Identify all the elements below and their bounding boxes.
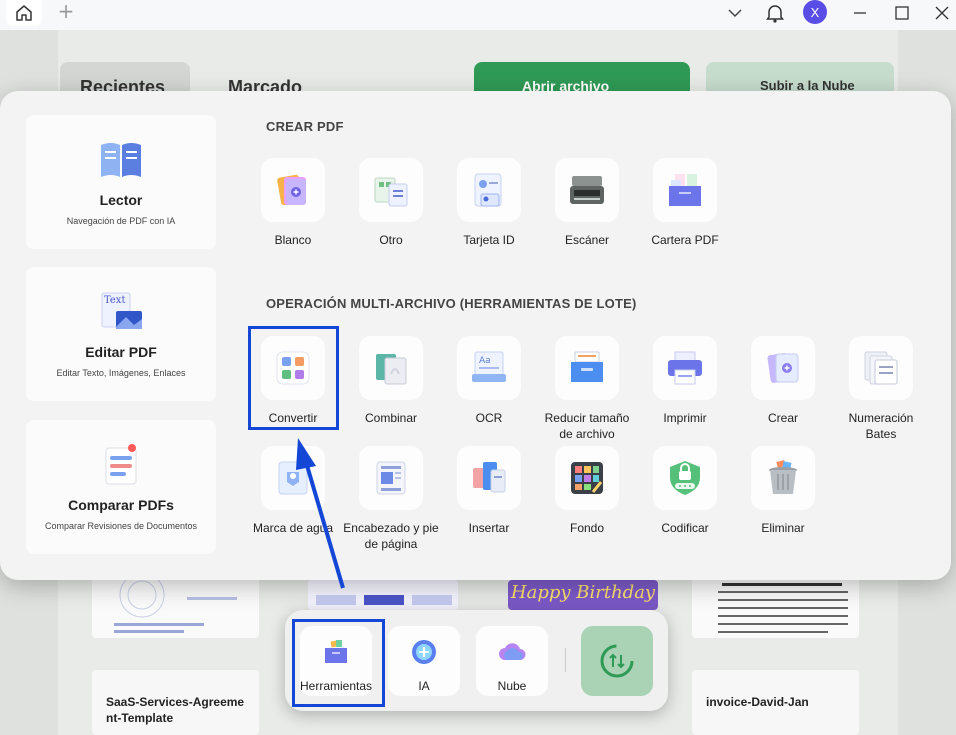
maximize-icon[interactable] bbox=[891, 2, 913, 24]
tool-encrypt[interactable]: Codificar bbox=[636, 446, 734, 536]
create-icon bbox=[767, 353, 799, 383]
tool-label: Blanco bbox=[274, 233, 312, 247]
tool-label: Tarjeta ID bbox=[463, 233, 515, 247]
dock-sync-button[interactable] bbox=[581, 626, 653, 696]
tool-label: Reducir tamaño de archivo bbox=[544, 411, 630, 441]
cloud-icon bbox=[499, 643, 526, 660]
bell-icon[interactable] bbox=[764, 2, 786, 24]
file-thumbnail[interactable] bbox=[92, 575, 259, 638]
tool-label: Eliminar bbox=[761, 521, 805, 535]
compare-icon bbox=[105, 444, 137, 485]
tool-ocr[interactable]: Aa OCR bbox=[440, 336, 538, 426]
trash-icon bbox=[769, 460, 797, 494]
file-thumbnail[interactable] bbox=[308, 580, 458, 610]
new-tab-button[interactable]: + bbox=[56, 1, 76, 22]
pdf-portfolio-icon bbox=[669, 174, 701, 206]
tools-panel: Lector Navegación de PDF con IA Text Edi… bbox=[0, 91, 951, 580]
tool-label: Marca de agua bbox=[252, 521, 334, 535]
ai-icon bbox=[412, 640, 436, 664]
tool-portfolio[interactable]: Cartera PDF bbox=[636, 158, 734, 248]
tool-scanner[interactable]: Escáner bbox=[538, 158, 636, 248]
file-card[interactable]: invoice-David-Jan bbox=[692, 670, 859, 735]
tool-id-card[interactable]: Tarjeta ID bbox=[440, 158, 538, 248]
tool-compress[interactable]: Reducir tamaño de archivo bbox=[538, 336, 636, 442]
tool-label: Crear bbox=[767, 411, 798, 425]
tool-label: OCR bbox=[475, 411, 503, 425]
tool-label: Numeración Bates bbox=[848, 411, 914, 441]
sync-icon bbox=[600, 644, 634, 678]
sidebar-item-desc: Comparar Revisiones de Documentos bbox=[44, 521, 198, 531]
compress-icon bbox=[571, 351, 603, 382]
sidebar-item-desc: Editar Texto, Imágenes, Enlaces bbox=[56, 368, 186, 378]
file-thumbnail[interactable] bbox=[692, 575, 859, 638]
close-icon[interactable] bbox=[931, 2, 953, 24]
home-tab[interactable] bbox=[6, 0, 42, 26]
combine-icon bbox=[376, 354, 407, 385]
tool-label: Escáner bbox=[564, 233, 610, 247]
tool-watermark[interactable]: Marca de agua bbox=[244, 446, 342, 536]
dock-ai-button[interactable]: IA bbox=[388, 626, 460, 696]
book-icon bbox=[101, 143, 141, 177]
home-icon bbox=[16, 5, 32, 21]
id-card-icon bbox=[474, 173, 502, 207]
sidebar-item-reader[interactable]: Lector Navegación de PDF con IA bbox=[26, 115, 216, 249]
scanner-icon bbox=[570, 176, 604, 204]
highlight-tools bbox=[292, 619, 385, 707]
tool-other[interactable]: Otro bbox=[342, 158, 440, 248]
tool-label: Fondo bbox=[569, 521, 605, 535]
thumbnail-text: Happy Birthday bbox=[510, 582, 656, 603]
encrypt-icon bbox=[670, 461, 700, 495]
edit-text-icon: Text bbox=[101, 292, 142, 329]
blank-pdf-icon bbox=[277, 174, 306, 206]
file-thumbnail[interactable]: Happy Birthday bbox=[508, 580, 658, 610]
file-card[interactable]: SaaS-Services-Agreement-Template bbox=[92, 670, 259, 735]
tool-create[interactable]: Crear bbox=[734, 336, 832, 426]
tool-insert[interactable]: Insertar bbox=[440, 446, 538, 536]
sidebar-item-title: Lector bbox=[99, 192, 143, 208]
tool-label: Cartera PDF bbox=[651, 233, 719, 247]
tool-bates[interactable]: Numeración Bates bbox=[832, 336, 930, 442]
tool-combine[interactable]: Combinar bbox=[342, 336, 440, 426]
svg-text:Text: Text bbox=[104, 295, 125, 306]
header-footer-icon bbox=[376, 461, 406, 495]
ocr-icon: Aa bbox=[472, 351, 506, 382]
section-title-batch: OPERACIÓN MULTI-ARCHIVO (HERRAMIENTAS DE… bbox=[266, 296, 637, 311]
tool-label: Imprimir bbox=[663, 411, 707, 425]
avatar[interactable]: X bbox=[803, 0, 827, 24]
dock-cloud-button[interactable]: Nube bbox=[476, 626, 548, 696]
sidebar-item-edit-pdf[interactable]: Text Editar PDF Editar Texto, Imágenes, … bbox=[26, 267, 216, 401]
tool-label: Insertar bbox=[468, 521, 510, 535]
file-name: SaaS-Services-Agreement-Template bbox=[106, 695, 245, 725]
dock-divider bbox=[565, 648, 566, 672]
title-bar: + X bbox=[0, 0, 956, 30]
sidebar-item-title: Comparar PDFs bbox=[68, 497, 174, 513]
tool-header-footer[interactable]: Encabezado y pie de página bbox=[342, 446, 440, 552]
tool-label: Otro bbox=[379, 233, 403, 247]
tool-delete[interactable]: Eliminar bbox=[734, 446, 832, 536]
minimize-icon[interactable] bbox=[849, 2, 871, 24]
watermark-icon bbox=[278, 461, 308, 495]
sidebar-item-desc: Navegación de PDF con IA bbox=[66, 216, 176, 226]
insert-icon bbox=[473, 462, 506, 493]
file-name: invoice-David-Jan bbox=[706, 695, 809, 709]
bates-icon bbox=[864, 351, 898, 385]
tool-print[interactable]: Imprimir bbox=[636, 336, 734, 426]
tool-blank[interactable]: Blanco bbox=[244, 158, 342, 248]
svg-text:Aa: Aa bbox=[479, 356, 491, 366]
section-title-create: CREAR PDF bbox=[266, 119, 344, 134]
highlight-convert bbox=[248, 326, 339, 430]
tool-label: Combinar bbox=[364, 411, 418, 425]
background-icon bbox=[571, 462, 603, 494]
sidebar-item-title: Editar PDF bbox=[85, 344, 157, 360]
tool-label: Codificar bbox=[661, 521, 709, 535]
printer-icon bbox=[668, 351, 702, 385]
dock-label: Nube bbox=[497, 679, 527, 693]
other-file-icon bbox=[374, 177, 408, 207]
sidebar-item-compare[interactable]: Comparar PDFs Comparar Revisiones de Doc… bbox=[26, 420, 216, 554]
chevron-down-icon[interactable] bbox=[724, 2, 746, 24]
tool-label: Encabezado y pie de página bbox=[343, 521, 439, 551]
dock-label: IA bbox=[418, 679, 430, 693]
tool-background[interactable]: Fondo bbox=[538, 446, 636, 536]
